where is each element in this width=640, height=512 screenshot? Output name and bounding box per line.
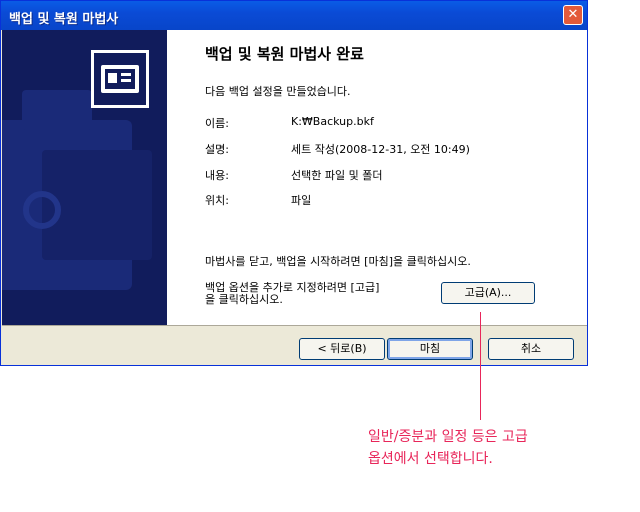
advanced-hint-line2: 을 클릭하십시오. [205,293,283,306]
title-bar[interactable]: 백업 및 복원 마법사 ✕ [1,1,587,30]
close-button[interactable]: ✕ [563,5,583,25]
advanced-button[interactable]: 고급(A)... [441,282,535,304]
close-icon: ✕ [567,7,579,22]
back-button[interactable]: < 뒤로(B) [299,338,385,360]
setting-value-contents: 선택한 파일 및 폴더 [291,169,383,182]
setting-label-name: 이름: [205,117,229,130]
setting-value-location: 파일 [291,194,312,207]
callout-annotation: 일반/증분과 일정 등은 고급 옵션에서 선택합니다. [368,426,528,470]
setting-label-description: 설명: [205,143,229,156]
setting-label-location: 위치: [205,194,229,207]
setting-value-description: 세트 작성(2008-12-31, 오전 10:49) [291,143,470,156]
wizard-window: 백업 및 복원 마법사 ✕ 백업 및 복원 마법사 완료 다음 백업 설정을 만… [0,0,588,366]
finish-hint: 마법사를 닫고, 백업을 시작하려면 [마침]을 클릭하십시오. [205,255,471,268]
page-title: 백업 및 복원 마법사 완료 [205,45,364,63]
window-title: 백업 및 복원 마법사 [9,12,119,27]
callout-pointer-line [480,312,481,420]
setting-label-contents: 내용: [205,169,229,182]
setting-value-name: K:₩Backup.bkf [291,115,374,128]
callout-line2: 옵션에서 선택합니다. [368,451,493,467]
cancel-button[interactable]: 취소 [488,338,574,360]
wizard-sidebar [2,30,167,325]
callout-line1: 일반/증분과 일정 등은 고급 [368,429,528,445]
backup-illustration [2,50,152,290]
finish-button[interactable]: 마침 [387,338,473,360]
wizard-content: 백업 및 복원 마법사 완료 다음 백업 설정을 만들었습니다. 이름: K:₩… [167,30,587,325]
button-divider [2,325,587,326]
intro-text: 다음 백업 설정을 만들었습니다. [205,85,351,98]
backup-icon [91,50,149,108]
